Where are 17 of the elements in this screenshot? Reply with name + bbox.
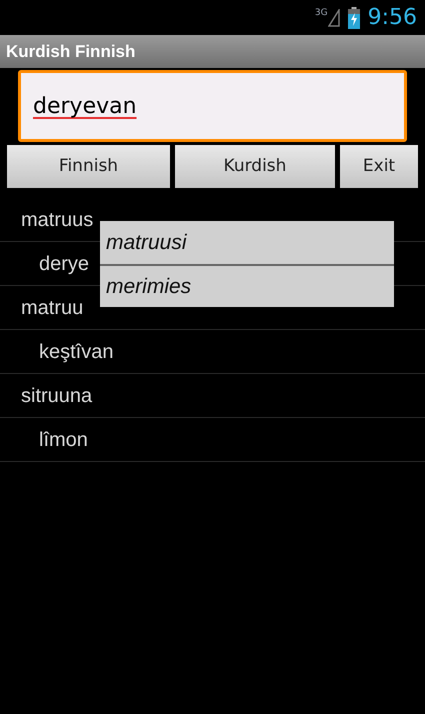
word-text[interactable]: sitruuna <box>21 380 92 410</box>
window-title: Kurdish Finnish <box>6 40 136 63</box>
translation-text[interactable]: keştîvan <box>39 336 114 366</box>
search-field[interactable]: deryevan <box>18 70 407 142</box>
dictionary-button[interactable]: Exit <box>340 145 418 188</box>
suggestion-item[interactable]: merimies <box>100 264 394 307</box>
suggestion-item[interactable]: matruusi <box>100 221 394 264</box>
translation-text[interactable]: lîmon <box>39 424 88 454</box>
translation-text[interactable]: derye <box>39 248 90 278</box>
word-text[interactable]: matruu <box>21 292 84 322</box>
dictionary-button[interactable]: Finnish <box>7 145 170 188</box>
network-type: 3G <box>314 8 328 18</box>
clock: 9:56 <box>368 4 417 32</box>
dictionary-button[interactable]: Kurdish <box>175 145 335 188</box>
word-text[interactable]: matruus <box>21 204 94 234</box>
signal-icon <box>328 8 340 26</box>
battery-charging-icon <box>348 6 360 28</box>
